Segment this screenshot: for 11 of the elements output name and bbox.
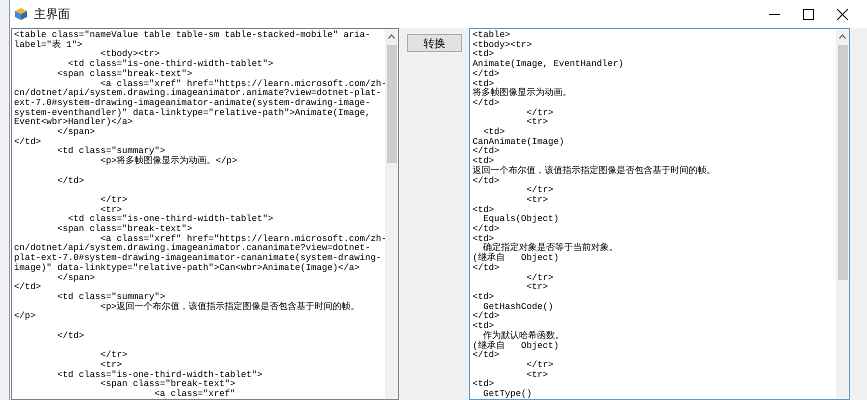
scrollbar-thumb[interactable] (386, 45, 397, 163)
scrollbar[interactable] (385, 29, 398, 399)
convert-button[interactable]: 转换 (406, 34, 462, 52)
output-text-field[interactable]: <table> <tbody><tr> <td> Animate(Image, EventHandler) </td> <td> 将多帧图像显示为动画。 </td> </tr> <tr> <td> CanAnimate(Image) </td> <td> 返回一个布尔值，该值指示指定图像是否包含基于时间的帧。 </td> </tr> <tr> <td> Equals(Object) </td> <td> 确定指定对象是否等于当前对象。 (继承自 Object) </td> </tr> <tr> <td> GetHashCode() </td> <td> 作为默认哈希函数。 (继承自 Object) </td> </tr> <tr> <td> GetType() (469, 28, 850, 400)
source-text-field[interactable]: <table class="nameValue table table-sm table-stacked-mobile" aria- label="表 1"> <tbody><tr> <td class="is-one-third-width-tablet"> <span class="break-text"> <a class="xref" href="https://learn.microsoft.com/zh- cn/dotnet/api/system.drawing.imageanimator.animate?view=dotnet-plat- ext-7.0#system-drawing-imageanimator-animate(system-drawing-image- system-eventhandler)" data-linktype="relative-path">Animate(Image, Event<wbr>Handler)</a> </span> </td> <td class="summary"> <p>将多帧图像显示为动画。</p> </td> </tr> <tr> <td class="is-one-third-width-tablet"> <span class="break-text"> <a class="xref" href="https://learn.microsoft.com/zh- cn/dotnet/api/system.drawing.imageanimator.cananimate?view=dotnet- plat-ext-7.0#system-drawing-imageanimator-cananimate(system-drawing- image)" data-linktype="relative-path">Can<wbr>Animate(Image)</a> </span> </td> <td class="summary"> <p>返回一个布尔值，该值指示指定图像是否包含基于时间的帧。 </p> </td> </tr> <tr> <td class="is-one-third-width-tablet"> <span class="break-text"> <a class="xref" (11, 28, 400, 400)
cube-icon (14, 7, 28, 21)
scrollbar-thumb[interactable] (838, 45, 848, 280)
window-title: 主界面 (34, 6, 71, 22)
close-icon (836, 8, 848, 20)
scrollbar[interactable] (836, 29, 849, 399)
maximize-icon (802, 8, 814, 20)
